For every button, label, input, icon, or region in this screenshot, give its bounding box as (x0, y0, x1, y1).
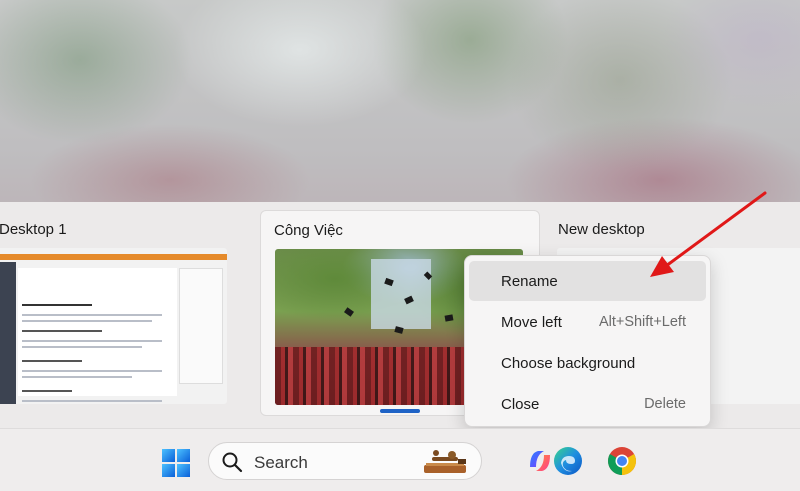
search-placeholder: Search (254, 453, 308, 472)
active-desktop-indicator (380, 409, 420, 413)
taskbar: Search (0, 428, 800, 491)
menu-item-shortcut: Alt+Shift+Left (598, 314, 686, 330)
desktop-preview-thumbnail[interactable] (0, 248, 227, 404)
windows-start-icon[interactable] (160, 447, 192, 479)
search-highlight-telegraph-icon (424, 450, 466, 473)
desktop-card-1[interactable]: Desktop 1 (0, 210, 250, 414)
browser-window-preview (0, 248, 227, 404)
menu-item-choose-background[interactable]: Choose background (469, 343, 706, 383)
search-icon (222, 452, 243, 473)
menu-item-label: Move left (501, 313, 562, 331)
menu-item-label: Close (501, 395, 540, 413)
edge-icon[interactable] (552, 445, 584, 477)
menu-item-rename[interactable]: Rename (469, 261, 706, 301)
menu-item-close[interactable]: Close Delete (469, 384, 706, 424)
menu-item-label: Choose background (501, 354, 636, 372)
desktop-card-label: Desktop 1 (0, 221, 67, 238)
wallpaper-background (0, 0, 800, 202)
desktop-card-label: New desktop (558, 221, 645, 238)
menu-item-shortcut: Delete (644, 396, 686, 412)
desktop-card-label: Công Việc (274, 222, 343, 239)
menu-item-move-left[interactable]: Move left Alt+Shift+Left (469, 302, 706, 342)
chrome-icon[interactable] (606, 445, 638, 477)
desktop-context-menu: Rename Move left Alt+Shift+Left Choose b… (464, 255, 711, 427)
menu-item-label: Rename (501, 272, 558, 290)
